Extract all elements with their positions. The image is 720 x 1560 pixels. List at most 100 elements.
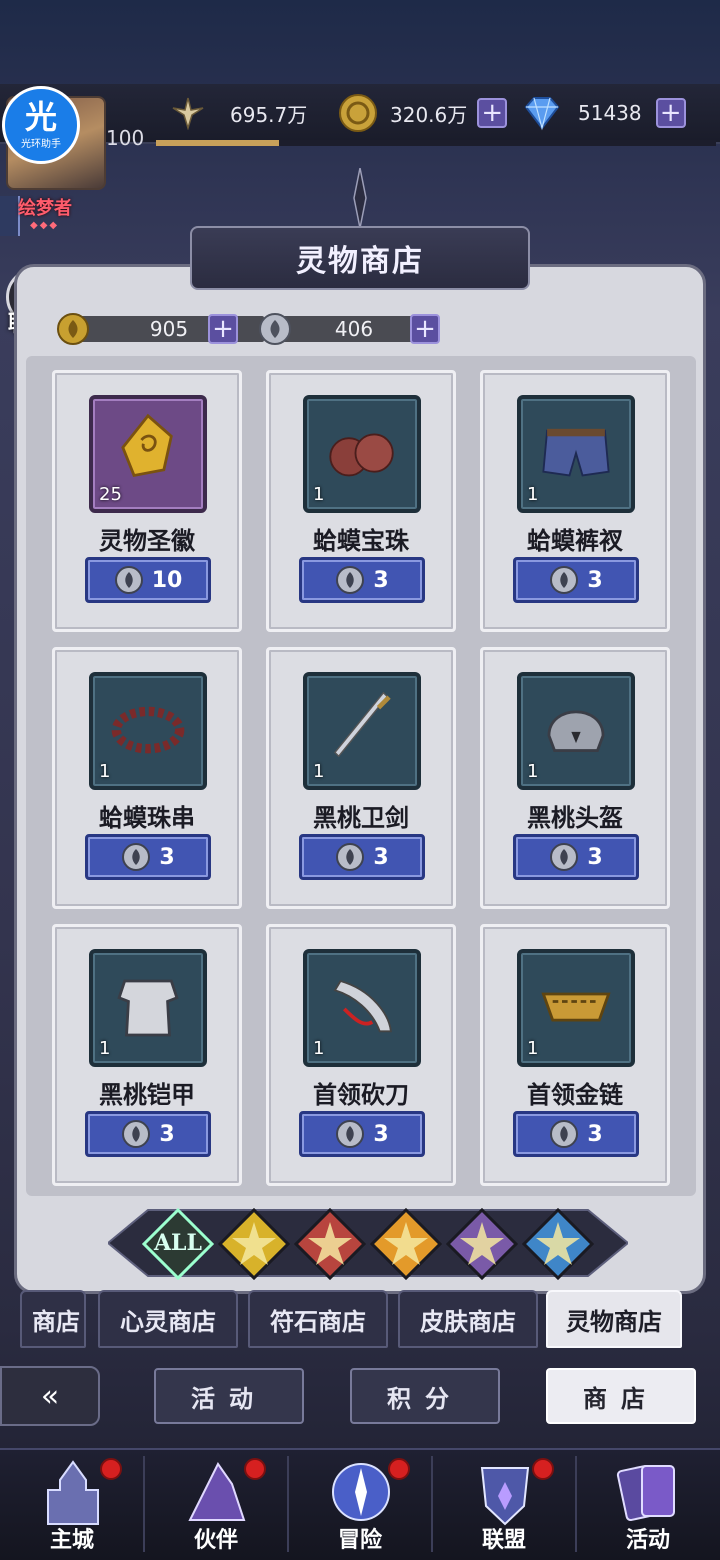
buy-button[interactable]: 3 xyxy=(299,1111,425,1157)
bottom-nav-item[interactable]: 主城 xyxy=(0,1450,144,1560)
filter-all[interactable]: ALL xyxy=(141,1207,215,1281)
item-quantity: 1 xyxy=(313,484,325,505)
shop-item-card[interactable]: 1 黑桃头盔 3 xyxy=(480,647,670,909)
bottom-nav-label: 主城 xyxy=(49,1528,94,1553)
power-display: 695.7万 xyxy=(168,96,307,130)
bottom-nav-item[interactable]: 冒险 xyxy=(288,1450,432,1560)
filter-rarity-gem[interactable] xyxy=(293,1207,367,1281)
diamond-value: 51438 xyxy=(578,101,642,125)
buy-button[interactable]: 3 xyxy=(85,834,211,880)
item-slot[interactable]: 1 xyxy=(303,949,421,1067)
bottom-nav-item[interactable]: 伙伴 xyxy=(144,1450,288,1560)
title-badge-label: 绘梦者 xyxy=(18,198,72,219)
buy-button[interactable]: 10 xyxy=(85,557,211,603)
item-slot[interactable]: 25 xyxy=(89,395,207,513)
buy-button[interactable]: 3 xyxy=(513,834,639,880)
filter-rarity-gem[interactable] xyxy=(369,1207,443,1281)
item-name: 灵物圣徽 xyxy=(99,527,195,555)
add-diamond-button[interactable]: + xyxy=(655,98,686,128)
bottom-nav-item[interactable]: 活动 xyxy=(576,1450,720,1560)
silver-spirit-coin-icon xyxy=(550,566,579,594)
bottom-nav-item[interactable]: 联盟 xyxy=(432,1450,576,1560)
item-price: 3 xyxy=(159,1121,175,1147)
star-gem-icon xyxy=(369,1207,443,1281)
item-slot[interactable]: 1 xyxy=(303,395,421,513)
item-price: 3 xyxy=(587,844,603,870)
shop-sub-tab[interactable]: 符石商店 xyxy=(248,1290,388,1348)
item-slot[interactable]: 1 xyxy=(89,672,207,790)
shop-item-card[interactable]: 1 蛤蟆裤衩 3 xyxy=(480,370,670,632)
item-quantity: 1 xyxy=(99,761,111,782)
helper-name: 光环助手 xyxy=(21,138,61,150)
helper-app-button[interactable]: 光 光环助手 xyxy=(2,86,80,164)
buy-button[interactable]: 3 xyxy=(299,557,425,603)
item-price: 10 xyxy=(151,567,183,593)
buy-button[interactable]: 3 xyxy=(299,834,425,880)
silver-spirit-coin-icon xyxy=(114,566,143,594)
back-button[interactable]: « xyxy=(0,1366,100,1426)
buy-button[interactable]: 3 xyxy=(513,1111,639,1157)
shop-item-card[interactable]: 1 黑桃卫剑 3 xyxy=(266,647,456,909)
filter-rarity-gem[interactable] xyxy=(217,1207,291,1281)
shop-title: 灵物商店 xyxy=(296,244,424,279)
cards-icon xyxy=(616,1464,675,1522)
expand-arrow-icon[interactable] xyxy=(0,196,20,236)
compass-orb-icon xyxy=(332,1463,390,1521)
item-price: 3 xyxy=(159,844,175,870)
shop-item-card[interactable]: 1 蛤蟆珠串 3 xyxy=(52,647,242,909)
gold-spirit-coin-icon xyxy=(57,313,89,345)
buy-button[interactable]: 3 xyxy=(85,1111,211,1157)
item-slot[interactable]: 1 xyxy=(517,949,635,1067)
castle-icon xyxy=(47,1460,99,1525)
player-level: 100 xyxy=(106,126,145,150)
filter-rarity-gem[interactable] xyxy=(445,1207,519,1281)
notification-dot xyxy=(100,1458,122,1480)
currency-value: 406 xyxy=(276,316,432,342)
mode-tab-shop[interactable]: 商店 xyxy=(546,1368,696,1424)
silver-spirit-coin-icon xyxy=(122,843,151,871)
star-gem-icon xyxy=(217,1207,291,1281)
silver-spirit-coin-icon xyxy=(336,843,365,871)
title-badge[interactable]: 绘梦者 ◆◆◆ xyxy=(0,190,90,240)
star-gem-icon xyxy=(521,1207,595,1281)
power-value: 695.7万 xyxy=(230,102,308,127)
item-quantity: 1 xyxy=(527,1038,539,1059)
diamond-icon xyxy=(522,93,562,133)
helper-glyph: 光 xyxy=(24,97,57,136)
shop-title-plate: 灵物商店 xyxy=(190,226,530,290)
item-slot[interactable]: 1 xyxy=(517,672,635,790)
item-price: 3 xyxy=(373,844,389,870)
badge-diamonds-icon: ◆◆◆ xyxy=(30,220,60,231)
star-gem-icon xyxy=(293,1207,367,1281)
add-silver-spirit-button[interactable]: + xyxy=(410,314,440,344)
title-ornament-icon xyxy=(353,168,367,228)
shop-item-card[interactable]: 1 黑桃铠甲 3 xyxy=(52,924,242,1186)
shop-sub-tab[interactable]: 灵物商店 xyxy=(546,1290,682,1348)
item-slot[interactable]: 1 xyxy=(303,672,421,790)
star-gem-icon xyxy=(445,1207,519,1281)
item-price: 3 xyxy=(373,1121,389,1147)
buy-button[interactable]: 3 xyxy=(513,557,639,603)
nav-divider xyxy=(575,1456,577,1552)
item-quantity: 25 xyxy=(99,484,122,505)
shield-crest-icon xyxy=(480,1467,530,1526)
mode-tab-points[interactable]: 积分 xyxy=(350,1368,500,1424)
shop-sub-tab[interactable]: 心灵商店 xyxy=(98,1290,238,1348)
mode-tab-activity[interactable]: 活动 xyxy=(154,1368,304,1424)
shop-item-card[interactable]: 1 首领砍刀 3 xyxy=(266,924,456,1186)
shop-item-card[interactable]: 25 灵物圣徽 10 xyxy=(52,370,242,632)
notification-dot xyxy=(244,1458,266,1480)
silver-spirit-coin-icon xyxy=(550,1120,579,1148)
shop-sub-tab[interactable]: 皮肤商店 xyxy=(398,1290,538,1348)
item-name: 蛤蟆裤衩 xyxy=(527,527,623,555)
shop-sub-tab[interactable]: 商店 xyxy=(20,1290,86,1348)
shop-item-card[interactable]: 1 蛤蟆宝珠 3 xyxy=(266,370,456,632)
add-gold-spirit-button[interactable]: + xyxy=(208,314,238,344)
item-slot[interactable]: 1 xyxy=(89,949,207,1067)
item-slot[interactable]: 1 xyxy=(517,395,635,513)
filter-rarity-gem[interactable] xyxy=(521,1207,595,1281)
silver-spirit-coin-icon xyxy=(336,1120,365,1148)
item-quantity: 1 xyxy=(527,761,539,782)
shop-item-card[interactable]: 1 首领金链 3 xyxy=(480,924,670,1186)
add-gold-button[interactable]: + xyxy=(477,98,508,128)
